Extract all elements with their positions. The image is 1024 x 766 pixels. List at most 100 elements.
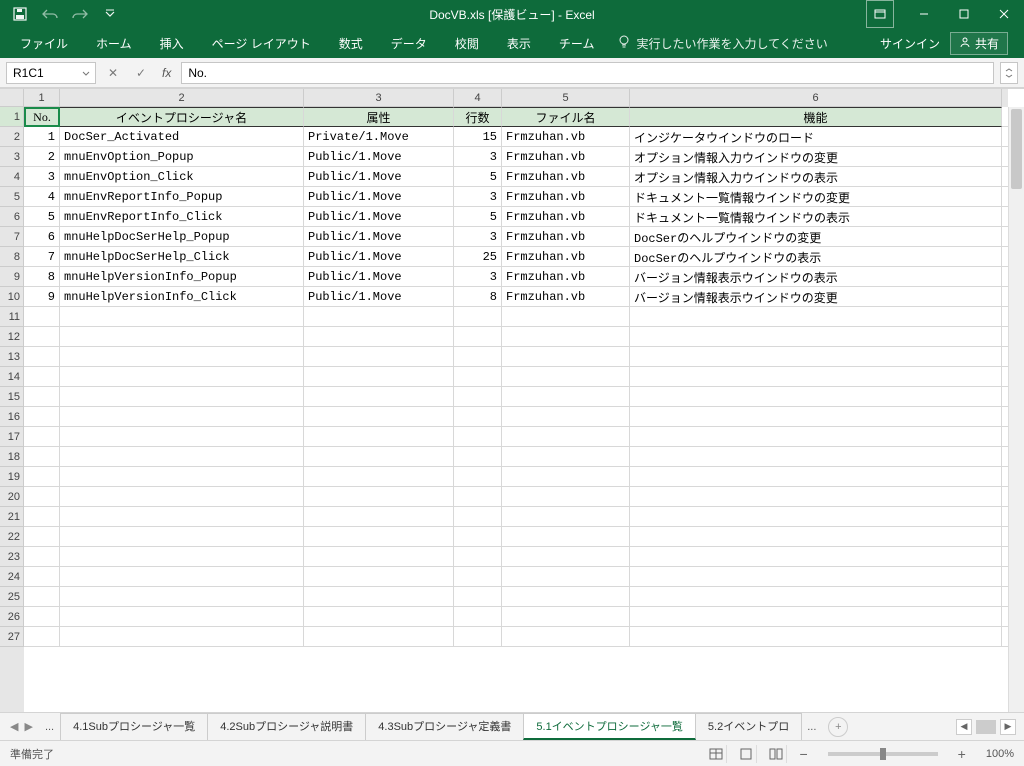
zoom-level[interactable]: 100% <box>986 748 1014 760</box>
tab-pagelayout[interactable]: ページ レイアウト <box>198 28 325 58</box>
hscroll-right-icon[interactable]: ▶ <box>1000 719 1016 735</box>
cell[interactable] <box>60 447 304 467</box>
row-header[interactable]: 2 <box>0 127 24 147</box>
cell[interactable] <box>304 447 454 467</box>
cell[interactable] <box>60 527 304 547</box>
cell[interactable]: DocSerのヘルプウインドウの変更 <box>630 227 1002 247</box>
cell[interactable]: 9 <box>24 287 60 307</box>
cell[interactable] <box>630 307 1002 327</box>
row-header[interactable]: 22 <box>0 527 24 547</box>
cell[interactable] <box>304 387 454 407</box>
cell[interactable] <box>630 527 1002 547</box>
cell[interactable] <box>630 567 1002 587</box>
zoom-in-button[interactable]: + <box>954 747 970 761</box>
cell[interactable] <box>24 367 60 387</box>
cell[interactable] <box>24 427 60 447</box>
cell[interactable]: Public/1.Move <box>304 167 454 187</box>
cell[interactable] <box>502 367 630 387</box>
cell[interactable] <box>304 587 454 607</box>
cell[interactable] <box>502 327 630 347</box>
cell[interactable] <box>304 627 454 647</box>
row-header[interactable]: 3 <box>0 147 24 167</box>
tab-data[interactable]: データ <box>377 28 441 58</box>
cell[interactable] <box>60 507 304 527</box>
cell[interactable] <box>630 487 1002 507</box>
column-header[interactable]: 3 <box>304 89 454 107</box>
hscroll-track[interactable] <box>976 720 996 734</box>
fx-icon[interactable]: fx <box>158 66 175 80</box>
column-headers[interactable]: 123456 <box>24 89 1008 107</box>
row-header[interactable]: 13 <box>0 347 24 367</box>
cell[interactable] <box>454 347 502 367</box>
cell[interactable] <box>60 347 304 367</box>
row-header[interactable]: 4 <box>0 167 24 187</box>
cell[interactable]: 4 <box>24 187 60 207</box>
cell[interactable] <box>630 327 1002 347</box>
cell[interactable]: DocSerのヘルプウインドウの表示 <box>630 247 1002 267</box>
cell[interactable]: 5 <box>24 207 60 227</box>
cell[interactable]: オプション情報入力ウインドウの表示 <box>630 167 1002 187</box>
cell[interactable] <box>502 427 630 447</box>
cell[interactable] <box>24 527 60 547</box>
sheet-more-left[interactable]: ... <box>39 721 60 733</box>
row-header[interactable]: 12 <box>0 327 24 347</box>
cell[interactable] <box>454 447 502 467</box>
cell[interactable] <box>24 587 60 607</box>
enter-formula-icon[interactable]: ✓ <box>130 62 152 84</box>
redo-icon[interactable] <box>72 6 88 22</box>
cell[interactable] <box>60 307 304 327</box>
cell[interactable]: Frmzuhan.vb <box>502 147 630 167</box>
cells-area[interactable]: No.イベントプロシージャ名属性行数ファイル名機能1DocSer_Activat… <box>24 107 1008 712</box>
cell[interactable] <box>454 387 502 407</box>
tab-file[interactable]: ファイル <box>6 28 82 58</box>
row-header[interactable]: 17 <box>0 427 24 447</box>
view-pagelayout-icon[interactable] <box>735 745 757 763</box>
cell[interactable]: 3 <box>454 147 502 167</box>
cell[interactable] <box>454 487 502 507</box>
cell[interactable] <box>304 307 454 327</box>
cell[interactable] <box>60 407 304 427</box>
zoom-slider-thumb[interactable] <box>880 748 886 760</box>
cell[interactable] <box>502 587 630 607</box>
share-button[interactable]: 共有 <box>950 32 1008 55</box>
column-header[interactable]: 6 <box>630 89 1002 107</box>
cell[interactable] <box>502 387 630 407</box>
save-icon[interactable] <box>12 6 28 22</box>
cell[interactable]: 3 <box>454 227 502 247</box>
cell[interactable]: No. <box>24 107 60 127</box>
cell[interactable]: mnuHelpVersionInfo_Popup <box>60 267 304 287</box>
cell[interactable] <box>502 567 630 587</box>
cell[interactable] <box>304 427 454 447</box>
row-headers[interactable]: 1234567891011121314151617181920212223242… <box>0 107 24 712</box>
cell[interactable] <box>630 367 1002 387</box>
cell[interactable]: Frmzuhan.vb <box>502 267 630 287</box>
cell[interactable] <box>304 567 454 587</box>
cell[interactable] <box>60 627 304 647</box>
cell[interactable]: オプション情報入力ウインドウの変更 <box>630 147 1002 167</box>
cell[interactable] <box>304 347 454 367</box>
zoom-slider[interactable] <box>828 752 938 756</box>
cell[interactable]: Frmzuhan.vb <box>502 287 630 307</box>
tab-home[interactable]: ホーム <box>82 28 146 58</box>
cell[interactable]: 3 <box>454 187 502 207</box>
tab-formulas[interactable]: 数式 <box>325 28 377 58</box>
cell[interactable]: Public/1.Move <box>304 227 454 247</box>
cell[interactable]: 5 <box>454 167 502 187</box>
cell[interactable]: Frmzuhan.vb <box>502 207 630 227</box>
qat-customize-icon[interactable] <box>102 6 118 22</box>
cell[interactable] <box>630 387 1002 407</box>
cell[interactable]: 3 <box>454 267 502 287</box>
cell[interactable] <box>454 327 502 347</box>
cell[interactable] <box>24 467 60 487</box>
cell[interactable] <box>60 387 304 407</box>
formula-input[interactable]: No. <box>181 62 994 84</box>
cell[interactable] <box>24 407 60 427</box>
scrollbar-thumb[interactable] <box>1011 109 1022 189</box>
cell[interactable] <box>630 427 1002 447</box>
cell[interactable]: 15 <box>454 127 502 147</box>
cell[interactable] <box>454 567 502 587</box>
cell[interactable]: 7 <box>24 247 60 267</box>
cell[interactable] <box>502 467 630 487</box>
cell[interactable]: Frmzuhan.vb <box>502 167 630 187</box>
cell[interactable] <box>502 487 630 507</box>
